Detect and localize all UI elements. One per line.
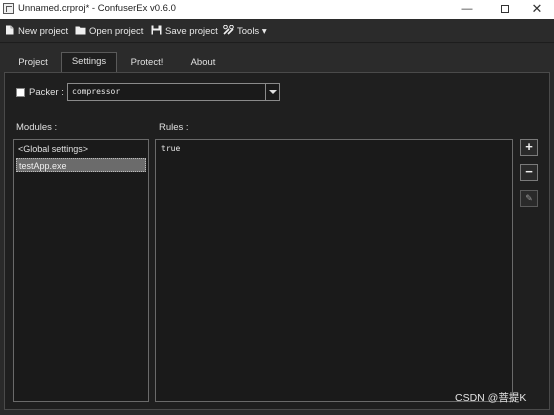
- rule-item[interactable]: true: [161, 144, 180, 153]
- add-rule-button[interactable]: +: [520, 139, 538, 156]
- tab-settings[interactable]: Settings: [61, 52, 117, 73]
- chevron-down-icon[interactable]: [265, 84, 279, 100]
- tab-about[interactable]: About: [180, 53, 226, 72]
- rules-list[interactable]: true: [155, 139, 513, 402]
- modules-label: Modules :: [16, 122, 58, 133]
- save-icon: [151, 25, 162, 35]
- tab-strip: Project Settings Protect! About: [0, 44, 554, 73]
- folder-open-icon: [75, 26, 86, 35]
- tools-icon: [223, 25, 234, 35]
- new-file-icon: [6, 25, 14, 35]
- open-project-label: Open project: [89, 26, 144, 37]
- packer-label: Packer :: [29, 87, 64, 98]
- packer-select[interactable]: compressor: [67, 83, 280, 101]
- maximize-button[interactable]: [488, 0, 522, 19]
- remove-rule-button[interactable]: −: [520, 164, 538, 181]
- toolbar: New project Open project Save project To…: [0, 19, 554, 43]
- packer-value: compressor: [72, 87, 121, 96]
- watermark-text: CSDN @菩提K: [455, 392, 527, 404]
- tab-project[interactable]: Project: [10, 53, 56, 72]
- tools-label: Tools ▾: [237, 26, 267, 37]
- window-title: Unnamed.crproj* - ConfuserEx v0.6.0: [18, 3, 176, 14]
- module-item-global-settings[interactable]: <Global settings>: [16, 142, 146, 156]
- title-bar: Unnamed.crproj* - ConfuserEx v0.6.0 — ✕: [0, 0, 554, 19]
- module-item-testapp[interactable]: testApp.exe: [16, 158, 146, 172]
- edit-rule-button[interactable]: ✎: [520, 190, 538, 207]
- close-button[interactable]: ✕: [520, 0, 554, 19]
- minimize-button[interactable]: —: [450, 0, 484, 19]
- packer-checkbox[interactable]: [16, 88, 25, 97]
- save-project-label: Save project: [165, 26, 218, 37]
- rules-label: Rules :: [159, 122, 189, 133]
- modules-list[interactable]: <Global settings> testApp.exe: [13, 139, 149, 402]
- open-project-button[interactable]: Open project: [75, 25, 143, 39]
- save-project-button[interactable]: Save project: [151, 25, 218, 39]
- tools-menu-button[interactable]: Tools ▾: [223, 25, 267, 39]
- app-icon: [3, 3, 14, 14]
- new-project-label: New project: [18, 26, 69, 37]
- tab-protect[interactable]: Protect!: [122, 53, 172, 72]
- maximize-icon: [501, 5, 509, 14]
- new-project-button[interactable]: New project: [4, 25, 68, 39]
